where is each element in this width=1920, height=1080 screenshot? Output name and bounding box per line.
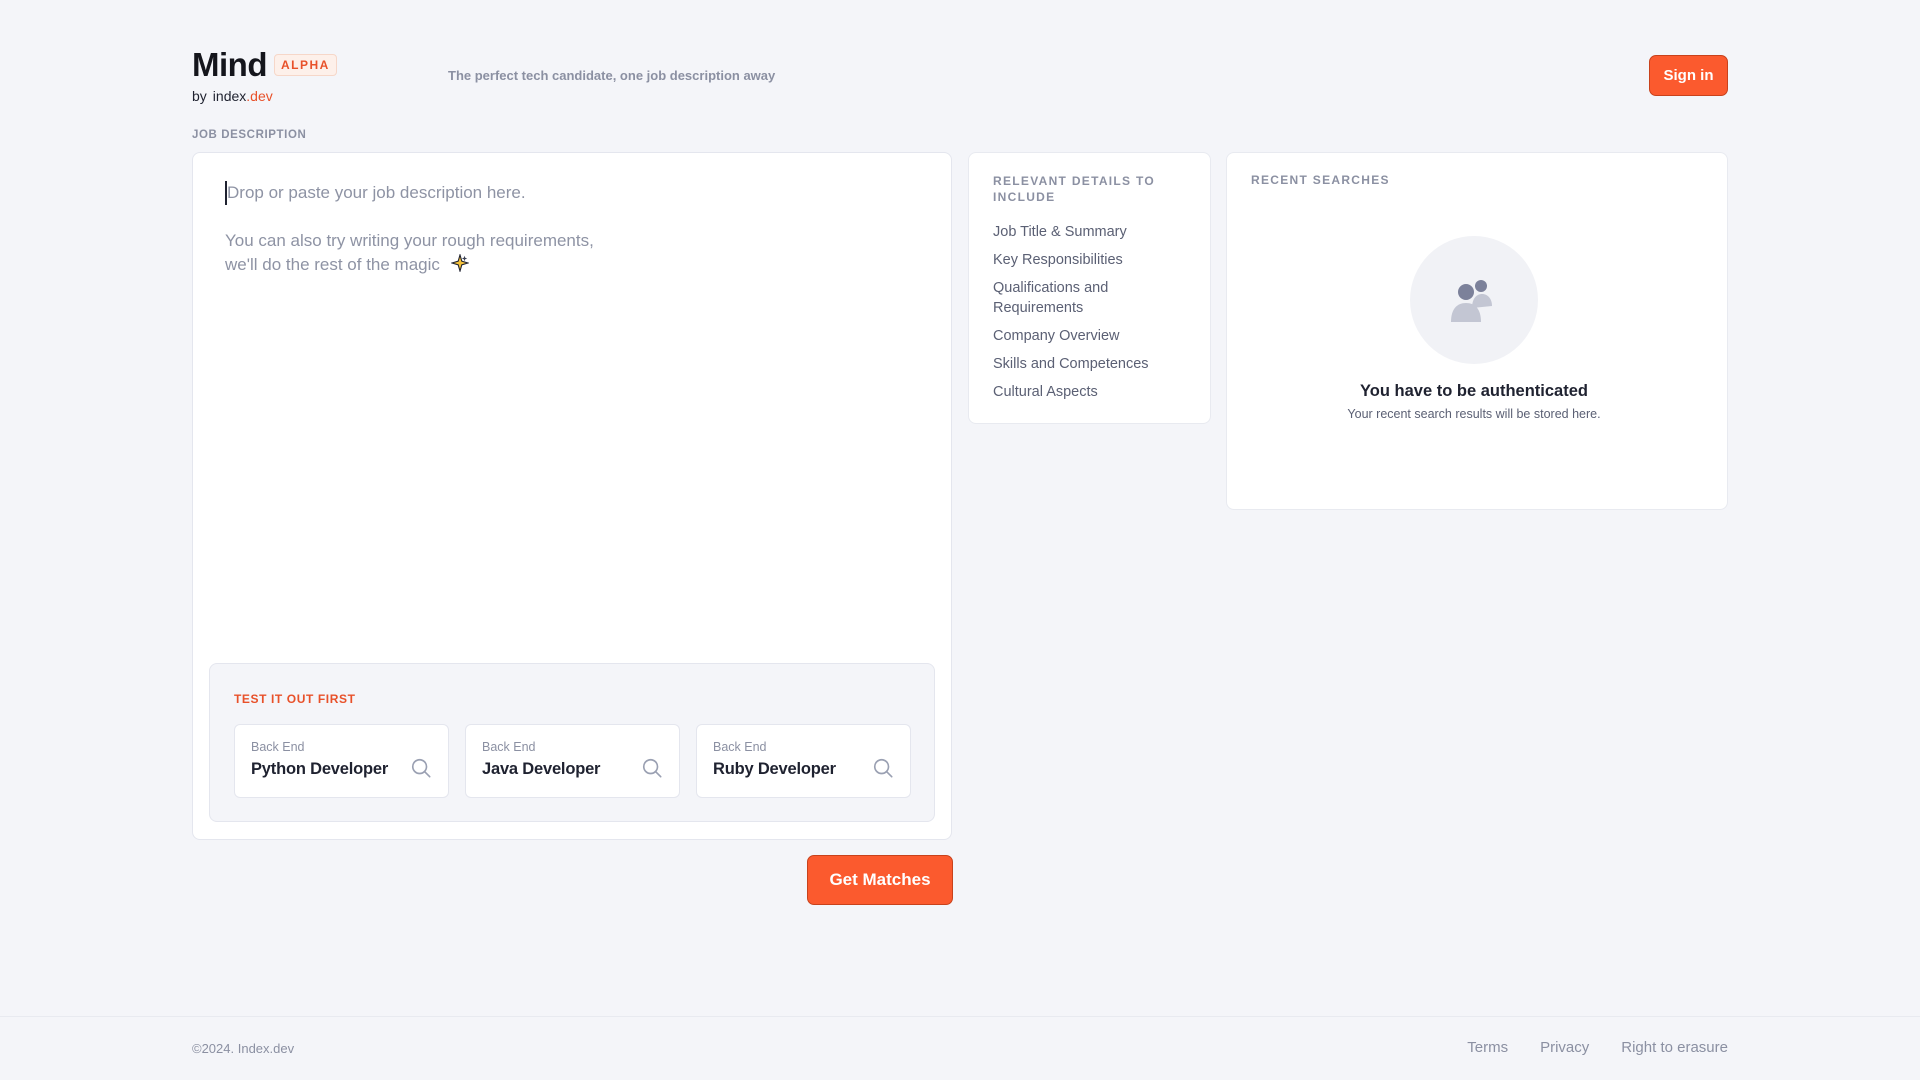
users-icon xyxy=(1451,280,1492,322)
test-it-out-panel: TEST IT OUT FIRST Back End Python Develo… xyxy=(209,663,935,822)
header: Mind ALPHA by index.dev The perfect tech … xyxy=(192,46,1728,106)
footer-links: Terms Privacy Right to erasure xyxy=(1467,1039,1728,1056)
sample-java-developer[interactable]: Back End Java Developer xyxy=(465,724,680,798)
details-item: Skills and Competences xyxy=(993,356,1149,372)
right-to-erasure-link[interactable]: Right to erasure xyxy=(1621,1039,1728,1056)
sparkle-icon xyxy=(450,254,469,272)
job-description-editor[interactable]: Drop or paste your job description here.… xyxy=(192,152,952,840)
logo[interactable]: Mind ALPHA by index.dev xyxy=(192,46,337,104)
footer: ©2024. Index.dev Terms Privacy Right to … xyxy=(0,1016,1920,1080)
placeholder-line-2b-wrap: we'll do the rest of the magic xyxy=(225,253,825,277)
details-item: Key Responsibilities xyxy=(993,252,1123,268)
auth-required-title: You have to be authenticated xyxy=(1360,382,1588,400)
sample-category: Back End xyxy=(251,740,305,754)
sample-category: Back End xyxy=(713,740,767,754)
details-item: Cultural Aspects xyxy=(993,384,1098,400)
brand-byline: by index.dev xyxy=(192,88,273,104)
privacy-link[interactable]: Privacy xyxy=(1540,1039,1589,1056)
relevant-details-list: Job Title & Summary Key Responsibilities… xyxy=(993,222,1193,410)
sample-python-developer[interactable]: Back End Python Developer xyxy=(234,724,449,798)
alpha-badge: ALPHA xyxy=(274,54,337,76)
relevant-details-title: RELEVANT DETAILS TO INCLUDE xyxy=(993,174,1156,204)
search-icon xyxy=(411,758,431,778)
users-avatar xyxy=(1410,236,1538,364)
get-matches-button[interactable]: Get Matches xyxy=(807,855,953,905)
copyright: ©2024. Index.dev xyxy=(192,1041,295,1056)
search-icon xyxy=(642,758,662,778)
app-name: Mind xyxy=(192,46,267,83)
job-description-label: JOB DESCRIPTION xyxy=(192,129,307,141)
sample-role: Python Developer xyxy=(251,760,389,778)
relevant-details-card: RELEVANT DETAILS TO INCLUDE Job Title & … xyxy=(968,152,1211,424)
search-icon xyxy=(873,758,893,778)
sample-role: Java Developer xyxy=(482,760,601,778)
brand-dev: .dev xyxy=(246,88,273,104)
recent-searches-title: RECENT SEARCHES xyxy=(1251,173,1390,187)
placeholder-line-2a: You can also try writing your rough requ… xyxy=(225,231,594,250)
by-text: by xyxy=(192,88,207,104)
test-it-out-label: TEST IT OUT FIRST xyxy=(234,692,356,706)
details-item: Job Title & Summary xyxy=(993,224,1127,240)
details-item: Company Overview xyxy=(993,328,1120,344)
terms-link[interactable]: Terms xyxy=(1467,1039,1508,1056)
sample-ruby-developer[interactable]: Back End Ruby Developer xyxy=(696,724,911,798)
placeholder-line-2b: we'll do the rest of the magic xyxy=(225,255,440,274)
auth-required-subtitle: Your recent search results will be store… xyxy=(1347,407,1601,421)
sign-in-button[interactable]: Sign in xyxy=(1649,55,1728,96)
placeholder-line-2: You can also try writing your rough requ… xyxy=(225,229,825,277)
sample-category: Back End xyxy=(482,740,536,754)
tagline: The perfect tech candidate, one job desc… xyxy=(448,68,776,83)
recent-searches-card: RECENT SEARCHES You have to be authentic… xyxy=(1226,152,1728,510)
brand-index: index xyxy=(212,88,247,104)
sample-role: Ruby Developer xyxy=(713,760,836,778)
placeholder-line-1: Drop or paste your job description here. xyxy=(225,181,825,205)
editor-placeholder: Drop or paste your job description here.… xyxy=(225,181,825,277)
details-item: Qualifications and Requirements xyxy=(993,280,1109,316)
